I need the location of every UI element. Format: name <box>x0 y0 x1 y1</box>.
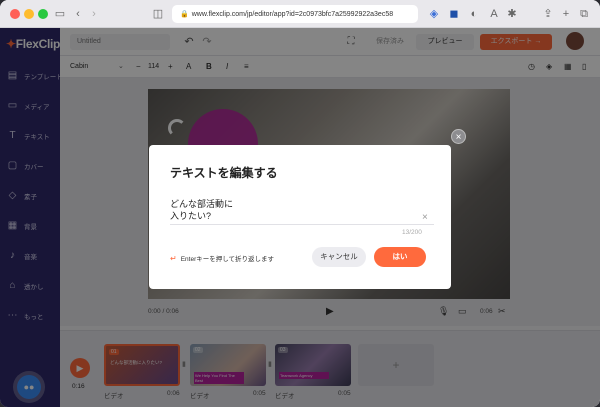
close-icon[interactable]: × <box>451 129 466 144</box>
text-edit-field[interactable]: どんな部活動に 入りたい? <box>170 198 430 222</box>
url-text: www.flexclip.com/jp/editor/app?id=2c0973… <box>191 10 394 18</box>
forward-icon[interactable]: › <box>86 6 102 22</box>
return-arrow-icon: ↵ <box>170 253 177 263</box>
extension-half-icon[interactable]: ◐ <box>466 6 482 22</box>
privacy-shield-icon[interactable]: ◈ <box>426 6 442 22</box>
back-icon[interactable]: ‹ <box>70 6 86 22</box>
lock-icon: 🔒 <box>180 11 189 18</box>
address-bar[interactable]: 🔒 www.flexclip.com/jp/editor/app?id=2c09… <box>172 5 418 23</box>
dialog-title: テキストを編集する <box>170 166 278 180</box>
cancel-button[interactable]: キャンセル <box>312 247 366 267</box>
new-tab-icon[interactable]: + <box>558 6 574 22</box>
translate-icon[interactable]: A <box>486 6 502 22</box>
extension-gear-icon[interactable]: ✱ <box>504 6 520 22</box>
close-window-button[interactable] <box>10 9 20 19</box>
enter-hint-text: Enterキーを押して折り返します <box>180 256 275 263</box>
edit-text-dialog: テキストを編集する どんな部活動に 入りたい? × 13/200 ↵ Enter… <box>149 145 451 289</box>
tabs-overview-icon[interactable]: ⧉ <box>576 6 592 22</box>
sidebar-toggle-icon[interactable]: ▭ <box>52 6 68 22</box>
share-icon[interactable]: ⇪ <box>540 6 556 22</box>
enter-hint: ↵ Enterキーを押して折り返します <box>170 253 275 264</box>
minimize-window-button[interactable] <box>24 9 34 19</box>
character-counter: 13/200 <box>402 229 422 236</box>
shield-icon[interactable]: ◫ <box>150 6 166 22</box>
browser-toolbar: ▭ ‹ › ◫ 🔒 www.flexclip.com/jp/editor/app… <box>0 0 600 28</box>
bitwarden-icon[interactable]: ◼ <box>446 6 462 22</box>
ok-button[interactable]: はい <box>374 247 426 267</box>
maximize-window-button[interactable] <box>38 9 48 19</box>
browser-window: ▭ ‹ › ◫ 🔒 www.flexclip.com/jp/editor/app… <box>0 0 600 407</box>
input-underline <box>170 224 434 225</box>
clear-text-icon[interactable]: × <box>422 212 428 223</box>
